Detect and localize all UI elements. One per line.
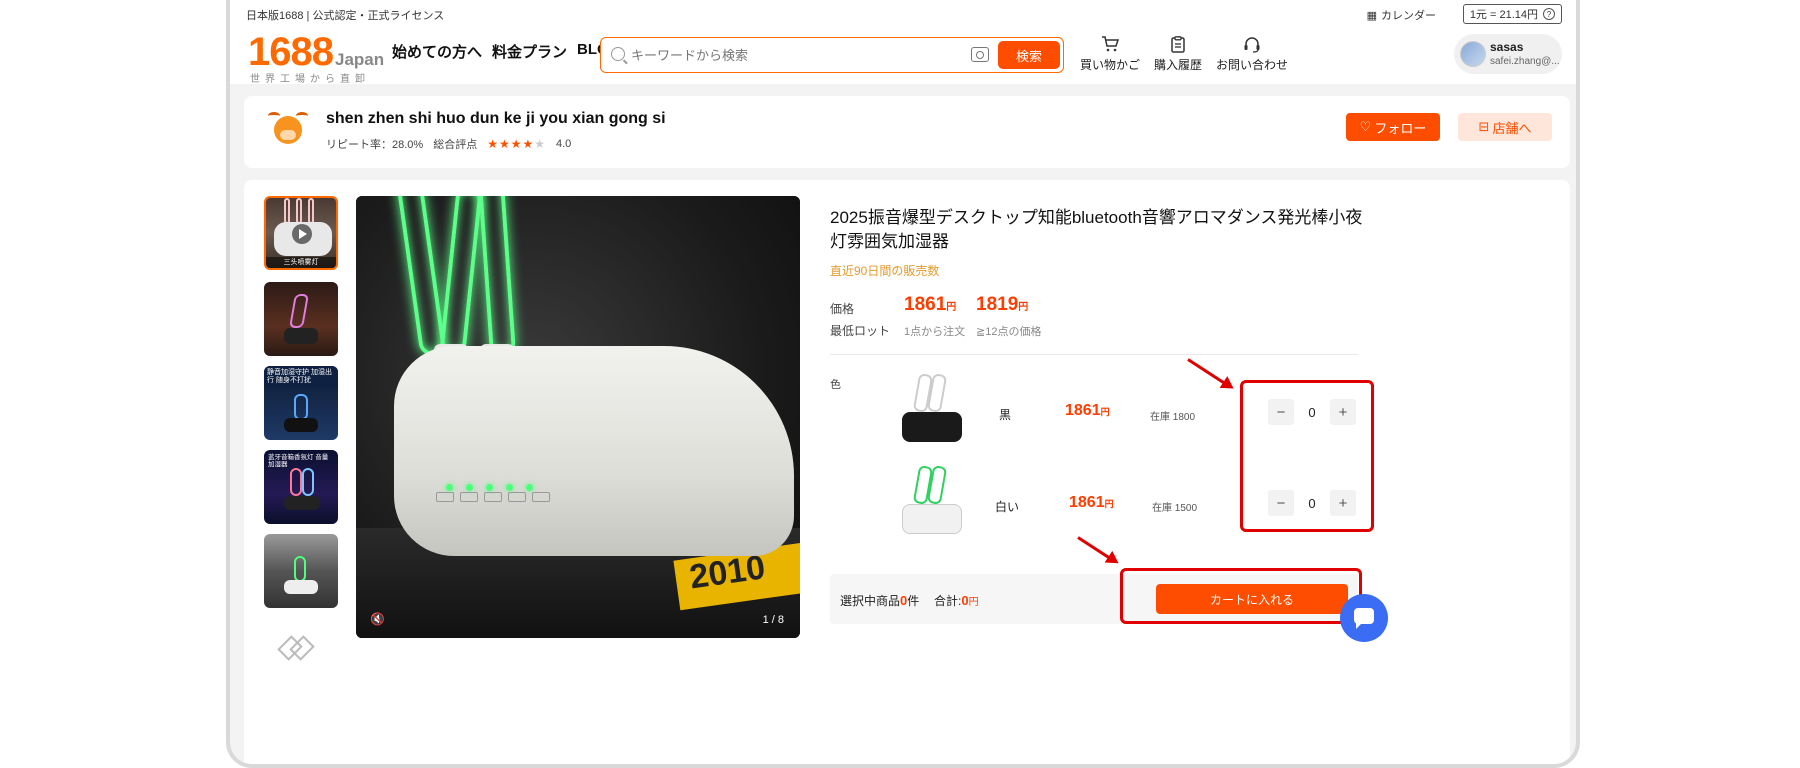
device-frame: 日本版1688 | 公式認定・正式ライセンス ▦ カレンダー 1元 = 21.1… (226, 0, 1580, 768)
shop-name[interactable]: shen zhen shi huo dun ke ji you xian gon… (326, 110, 666, 128)
main-nav: 始めての方へ 料金プラン BLOG (392, 41, 620, 62)
nav-beginners[interactable]: 始めての方へ (392, 41, 482, 62)
shop-logo[interactable] (264, 104, 312, 152)
divider (830, 354, 1358, 355)
product-card: 三头喷雾灯 静音加湿守护 加湿出行 随身不打扰 蓝牙音箱香氛灯 音量加湿器 20… (244, 180, 1570, 764)
total-amount: 合計:0円 (934, 593, 979, 608)
user-name: sasas (1490, 40, 1524, 54)
logo-number: 1688 (248, 30, 334, 74)
contact-label: お問い合わせ (1216, 58, 1289, 72)
exchange-rate-text: 1元 = 21.14円 (1469, 9, 1538, 21)
contact-link[interactable]: お問い合わせ (1216, 34, 1288, 73)
search-icon (611, 47, 625, 61)
cart-link[interactable]: 買い物かご (1080, 34, 1140, 73)
variant-price: 1861円 (1065, 402, 1110, 419)
thumbnail-image[interactable] (264, 534, 338, 608)
cart-icon (1099, 34, 1121, 54)
thumbnail-more[interactable] (280, 636, 310, 658)
product-video[interactable]: 2010 🔇 1 / 8 (356, 196, 800, 638)
mute-icon[interactable]: 🔇 (370, 612, 385, 626)
user-email: safei.zhang@... (1490, 56, 1560, 67)
calendar-link[interactable]: ▦ カレンダー (1367, 7, 1436, 23)
avatar (1460, 41, 1486, 67)
header-actions: 買い物かご 購入履歴 お問い合わせ (1080, 34, 1288, 73)
tier-price: 1819円 (976, 294, 1029, 315)
nav-pricing[interactable]: 料金プラン (492, 41, 567, 62)
calendar-label: カレンダー (1381, 10, 1436, 22)
visit-store-button[interactable]: ⊟ 店舗へ (1458, 113, 1552, 141)
logo-tagline: 世界工場から直卸 (250, 74, 370, 85)
moq-label: 最低ロット (830, 324, 891, 338)
logo-suffix: Japan (334, 50, 385, 69)
tier-price: 1861円 (904, 294, 957, 315)
selected-count: 選択中商品0件 (840, 593, 920, 608)
official-license-text: 日本版1688 | 公式認定・正式ライセンス (246, 10, 445, 22)
variant-name: 白い (995, 500, 1020, 514)
variant-stock: 在庫 1500 (1152, 503, 1198, 514)
top-strip: 日本版1688 | 公式認定・正式ライセンス ▦ カレンダー 1元 = 21.1… (230, 0, 1576, 28)
follow-label: フォロー (1374, 120, 1427, 136)
shop-card: shen zhen shi huo dun ke ji you xian gon… (244, 96, 1570, 168)
site-header: 1688Japan 世界工場から直卸 始めての方へ 料金プラン BLOG 検索 … (230, 28, 1576, 85)
thumbnail-text: 静音加湿守护 加湿出行 随身不打扰 (264, 366, 338, 388)
question-circle-icon[interactable]: ? (1543, 8, 1555, 20)
cart-label: 買い物かご (1080, 58, 1141, 72)
order-history-label: 購入履歴 (1154, 58, 1203, 72)
annotation-box-quantity (1240, 380, 1374, 532)
chat-button[interactable] (1340, 594, 1388, 642)
variant-image[interactable] (898, 372, 964, 448)
rating-value: 4.0 (556, 138, 572, 150)
calendar-icon: ▦ (1366, 9, 1377, 22)
annotation-arrow (1187, 358, 1231, 388)
search-bar: 検索 (600, 37, 1064, 73)
user-menu[interactable]: sasas safei.zhang@... (1454, 34, 1562, 74)
headset-icon (1241, 34, 1263, 54)
repeat-rate: リピート率：28.0% (326, 139, 424, 151)
tier-moq: 1点から注文 (904, 326, 966, 338)
exchange-rate-badge[interactable]: 1元 = 21.14円 ? (1462, 4, 1562, 24)
site-logo[interactable]: 1688 Japan 世界工場から直卸 (248, 30, 385, 85)
annotation-box-cart (1120, 568, 1362, 624)
thumbnail-text: 蓝牙音箱香氛灯 音量加湿器 (268, 454, 329, 468)
tier-moq: ≧12点の価格 (976, 326, 1042, 338)
follow-button[interactable]: ♡ フォロー (1346, 113, 1440, 141)
store-icon: ⊟ (1478, 119, 1490, 134)
variant-name: 黒 (999, 408, 1012, 422)
media-counter: 1 / 8 (762, 614, 784, 626)
price-label: 価格 (830, 302, 855, 316)
heart-icon: ♡ (1359, 119, 1372, 134)
camera-icon[interactable] (971, 47, 989, 62)
thumbnail-image[interactable]: 静音加湿守护 加湿出行 随身不打扰 (264, 366, 338, 440)
variant-image[interactable] (898, 464, 964, 540)
variant-price: 1861円 (1069, 494, 1114, 511)
thumbnail-caption: 三头喷雾灯 (266, 257, 336, 268)
clipboard-icon (1167, 34, 1189, 54)
sales-count-label: 直近90日間の販売数 (830, 264, 940, 278)
search-input[interactable] (631, 44, 961, 66)
rating-label: 総合評点 (433, 139, 478, 151)
annotation-arrow (1077, 536, 1116, 563)
order-history-link[interactable]: 購入履歴 (1154, 34, 1202, 73)
bull-mascot-icon (266, 108, 310, 148)
thumbnail-image[interactable] (264, 282, 338, 356)
product-title: 2025振音爆型デスクトップ知能bluetooth音響アロマダンス発光棒小夜灯雰… (830, 208, 1363, 251)
shop-metrics: リピート率：28.0% 総合評点 ★★★★★ 4.0 (326, 136, 571, 152)
thumbnail-image[interactable]: 蓝牙音箱香氛灯 音量加湿器 (264, 450, 338, 524)
variant-stock: 在庫 1800 (1150, 412, 1196, 423)
store-label: 店舗へ (1492, 120, 1532, 136)
thumbnail-video[interactable]: 三头喷雾灯 (264, 196, 338, 270)
play-icon (292, 224, 312, 244)
rating-stars: ★★★★★ (487, 137, 546, 151)
color-label: 色 (830, 379, 841, 391)
search-button[interactable]: 検索 (998, 41, 1060, 69)
